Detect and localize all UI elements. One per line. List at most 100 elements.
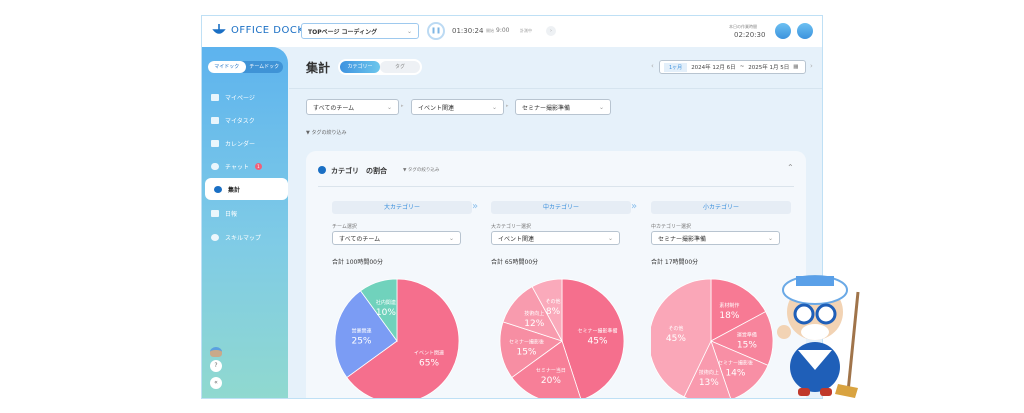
start-label: 開始: [486, 28, 494, 33]
sidebar-item-calendar[interactable]: カレンダー: [202, 132, 288, 154]
calendar-icon[interactable]: ▦: [793, 64, 798, 70]
status-text: 計測中: [520, 28, 532, 33]
value: イベント関連: [498, 235, 535, 243]
chevron-down-icon: ⌄: [491, 103, 497, 111]
range-select[interactable]: 1ヶ月: [664, 62, 688, 72]
sidebar: マイドック チームドック マイページ マイタスク カレンダー チャット 1 集計 日…: [202, 47, 288, 398]
label: 日報: [225, 210, 238, 218]
slice-label: その他: [546, 298, 561, 305]
slice-value: 8%: [546, 307, 561, 317]
column-header: 中カテゴリー: [491, 201, 631, 214]
slice-label: セミナー撮影準備: [578, 327, 618, 334]
value: セミナー撮影準備: [658, 235, 707, 243]
date-range-picker[interactable]: 1ヶ月 2024年 12月 6日 ~ 2025年 1月 5日 ▦: [659, 60, 806, 74]
column-header: 小カテゴリー: [651, 201, 791, 214]
card-tag-filter[interactable]: ▼ タグの絞り込み: [403, 167, 439, 173]
toggle-teamdock[interactable]: チームドック: [246, 61, 284, 73]
pie-icon: [214, 185, 222, 193]
slice-label: 運営準備: [737, 331, 757, 338]
label: チャット: [225, 163, 249, 171]
tab-tag[interactable]: タグ: [380, 61, 420, 73]
logo-icon: [212, 24, 226, 34]
chevron-down-icon: ⌄: [386, 103, 392, 111]
total-hours: 合計 17時間00分: [651, 259, 699, 266]
divider: [289, 88, 822, 89]
skillmap-icon: [211, 233, 219, 241]
category-select[interactable]: イベント関連 ⌄: [491, 231, 620, 245]
next-icon[interactable]: ›: [546, 26, 556, 36]
collapse-chevron-icon[interactable]: ⌃: [787, 163, 794, 172]
slice-label: 素材制作: [719, 302, 739, 309]
chevron-down-icon: ⌄: [767, 234, 773, 242]
label: スキルマップ: [225, 234, 262, 242]
page-icon: [211, 93, 219, 101]
tag-filter-label: タグの絞り込み: [407, 168, 440, 173]
next-period-icon[interactable]: ›: [810, 62, 813, 70]
today-time: 02:20:30: [734, 31, 766, 39]
major-category-select[interactable]: イベント関連 ⌄: [411, 99, 504, 115]
slice-label: セミナー撮影後: [718, 359, 753, 366]
sidebar-item-skillmap[interactable]: スキルマップ: [202, 226, 288, 248]
date-separator: ~: [739, 64, 745, 70]
slice-value: 15%: [737, 340, 757, 350]
dock-toggle[interactable]: マイドック チームドック: [208, 61, 283, 73]
label: マイページ: [225, 94, 255, 102]
total-hours: 合計 100時間00分: [332, 259, 383, 266]
label: カレンダー: [225, 140, 256, 148]
category-select[interactable]: すべてのチーム ⌄: [332, 231, 461, 245]
sidebar-item-daily-report[interactable]: 日報: [202, 202, 288, 224]
select-label: チーム選択: [332, 224, 357, 230]
slice-label: 技術向上: [524, 310, 544, 317]
slice-label: 社内関連: [376, 299, 396, 306]
task-select[interactable]: TOPページ コーディング ⌄: [301, 23, 419, 39]
tag-filter-link[interactable]: ▼ タグの絞り込み: [306, 129, 346, 136]
tab-category[interactable]: カテゴリー: [340, 61, 380, 73]
category-ratio-card: カテゴリ の割合 ▼ タグの絞り込み ⌃ » » 大カテゴリー チーム選択 すべ…: [306, 151, 806, 398]
sidebar-item-mytask[interactable]: マイタスク: [202, 109, 288, 131]
report-icon: [211, 209, 219, 217]
slice-value: 45%: [588, 336, 608, 346]
start-time: 9:00: [496, 27, 510, 34]
today-label: 本日の作業時間: [729, 24, 757, 29]
team-filter-select[interactable]: すべてのチーム ⌄: [306, 99, 399, 115]
pause-button[interactable]: ❚❚: [427, 22, 445, 40]
header: OFFICE DOCK TOPページ コーディング ⌄ ❚❚ 01:30:24 開…: [202, 16, 822, 47]
task-value: TOPページ コーディング: [308, 28, 378, 36]
slice-label: セミナー当日: [536, 367, 566, 374]
sidebar-item-chat[interactable]: チャット 1: [202, 155, 288, 177]
slice-value: 12%: [524, 319, 544, 329]
value: すべてのチーム: [339, 235, 381, 243]
slice-value: 15%: [516, 348, 536, 358]
slice-value: 25%: [351, 336, 371, 346]
team-building-icon[interactable]: [797, 23, 813, 39]
card-title: カテゴリ の割合: [331, 167, 387, 175]
pie-chart: イベント関連 65% 営業関連 25% 社内関連 10%: [334, 278, 460, 398]
middle-category-select[interactable]: セミナー撮影準備 ⌄: [515, 99, 611, 115]
slice-value: 18%: [719, 311, 739, 321]
logo-text: OFFICE DOCK: [231, 24, 305, 36]
slice-label: その他: [668, 325, 683, 332]
collapse-sidebar-button[interactable]: «: [210, 377, 222, 389]
pie-icon: [318, 166, 326, 174]
app-window: OFFICE DOCK TOPページ コーディング ⌄ ❚❚ 01:30:24 開…: [201, 15, 823, 399]
page-title: 集計: [306, 61, 331, 75]
slice-label: イベント関連: [414, 349, 444, 356]
logo[interactable]: OFFICE DOCK: [212, 23, 304, 37]
chevron-right-icon: ▸: [506, 103, 509, 109]
select-label: 中カテゴリー選択: [651, 224, 692, 230]
toggle-mydock[interactable]: マイドック: [208, 61, 246, 73]
category-select[interactable]: セミナー撮影準備 ⌄: [651, 231, 780, 245]
sidebar-item-summary[interactable]: 集計: [205, 178, 288, 200]
pie-chart: セミナー撮影準備 45% セミナー当日 20% セミナー撮影後 15% 技術向上 12% その他…: [499, 278, 625, 398]
prev-period-icon[interactable]: ‹: [651, 62, 654, 70]
sidebar-item-mypage[interactable]: マイページ: [202, 86, 288, 108]
label: 集計: [228, 186, 241, 194]
chat-icon: [211, 162, 219, 170]
slice-value: 10%: [376, 308, 396, 318]
column-header: 大カテゴリー: [332, 201, 472, 214]
mascot-illustration: [777, 275, 860, 398]
help-button[interactable]: ?: [210, 360, 222, 372]
date-to: 2025年 1月 5日: [748, 65, 790, 71]
user-avatar-icon[interactable]: [775, 23, 791, 39]
slice-value: 65%: [419, 358, 439, 368]
